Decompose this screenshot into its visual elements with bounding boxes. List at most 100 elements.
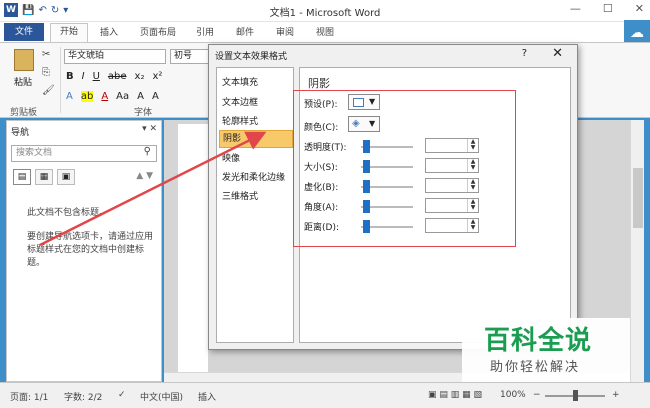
angle-slider[interactable] bbox=[361, 200, 413, 213]
category-glow-soft-edges[interactable]: 发光和柔化边缘 bbox=[222, 170, 285, 183]
group-divider bbox=[60, 47, 61, 113]
preset-dropdown[interactable]: ▼ bbox=[348, 94, 380, 110]
vertical-scrollbar[interactable] bbox=[630, 120, 644, 382]
tab-review[interactable]: 审阅 bbox=[276, 25, 294, 38]
transparency-spinner[interactable]: ▲ ▼ bbox=[425, 138, 479, 153]
headings-view-tab[interactable]: ▤ bbox=[13, 169, 31, 185]
zoom-slider[interactable] bbox=[545, 390, 605, 401]
italic-button[interactable]: I bbox=[82, 71, 85, 82]
tab-references[interactable]: 引用 bbox=[196, 25, 214, 38]
tab-insert[interactable]: 插入 bbox=[100, 25, 118, 38]
text-effects-button[interactable]: A bbox=[66, 91, 73, 102]
word-count[interactable]: 字数: 2/2 bbox=[64, 390, 102, 403]
chevron-down-icon: ▼ bbox=[369, 97, 376, 106]
search-icon[interactable]: ⚲ bbox=[144, 146, 151, 157]
superscript-button[interactable]: x² bbox=[152, 71, 162, 82]
preset-label: 预设(P): bbox=[304, 100, 338, 110]
page-count[interactable]: 页面: 1/1 bbox=[10, 390, 48, 403]
category-list: 文本填充 文本边框 轮廓样式 阴影 映像 发光和柔化边缘 三维格式 bbox=[216, 67, 294, 343]
spinner-arrows-icon[interactable]: ▲ ▼ bbox=[467, 179, 478, 192]
font-name-select[interactable]: 华文琥珀 bbox=[64, 49, 166, 64]
nav-search-input[interactable]: 搜索文档 bbox=[11, 145, 157, 162]
tab-mailings[interactable]: 邮件 bbox=[236, 25, 254, 38]
category-text-fill[interactable]: 文本填充 bbox=[222, 75, 258, 88]
spinner-arrows-icon[interactable]: ▲ ▼ bbox=[467, 199, 478, 212]
results-view-tab[interactable]: ▣ bbox=[57, 169, 75, 185]
size-label: 大小(S): bbox=[304, 163, 338, 173]
spinner-arrows-icon[interactable]: ▲ ▼ bbox=[467, 159, 478, 172]
blur-spinner[interactable]: ▲ ▼ bbox=[425, 178, 479, 193]
cut-icon[interactable]: ✂ bbox=[42, 49, 50, 60]
nav-view-tabs: ▤ ▦ ▣ bbox=[13, 169, 75, 185]
transparency-label: 透明度(T): bbox=[304, 143, 347, 153]
subscript-button[interactable]: x₂ bbox=[135, 71, 145, 82]
spinner-arrows-icon[interactable]: ▲ ▼ bbox=[467, 219, 478, 232]
nav-pane-controls[interactable]: ▾ ✕ bbox=[142, 124, 157, 134]
tab-page-layout[interactable]: 页面布局 bbox=[140, 25, 176, 38]
language-status[interactable]: 中文(中国) bbox=[140, 390, 183, 403]
preset-swatch bbox=[353, 98, 364, 107]
bold-button[interactable]: B bbox=[66, 71, 74, 82]
watermark: 百科全说 助你轻松解决 bbox=[462, 318, 630, 382]
color-label: 颜色(C): bbox=[304, 123, 339, 133]
distance-label: 距离(D): bbox=[304, 223, 339, 233]
status-bar: 页面: 1/1 字数: 2/2 ✓ 中文(中国) 插入 ▣ ▤ ▥ ▦ ▧ 10… bbox=[0, 382, 650, 408]
change-case-button[interactable]: Aa bbox=[116, 91, 129, 102]
paste-button-label[interactable]: 粘贴 bbox=[14, 75, 32, 88]
size-slider[interactable] bbox=[361, 160, 413, 173]
underline-button[interactable]: U bbox=[93, 71, 100, 82]
category-text-outline[interactable]: 文本边框 bbox=[222, 95, 258, 108]
panel-title: 阴影 bbox=[308, 77, 330, 90]
tab-file[interactable]: 文件 bbox=[4, 23, 44, 41]
copy-icon[interactable]: ⎘ bbox=[42, 67, 50, 78]
pages-view-tab[interactable]: ▦ bbox=[35, 169, 53, 185]
zoom-level[interactable]: 100% bbox=[500, 390, 526, 400]
slider-knob[interactable] bbox=[363, 200, 370, 213]
document-page[interactable] bbox=[178, 124, 208, 380]
zoom-out-button[interactable]: − bbox=[533, 390, 541, 400]
category-reflection[interactable]: 映像 bbox=[222, 151, 240, 164]
close-button[interactable]: ✕ bbox=[635, 2, 644, 15]
category-outline-style[interactable]: 轮廓样式 bbox=[222, 114, 258, 127]
strikethrough-button[interactable]: abe bbox=[108, 71, 127, 82]
grow-font-button[interactable]: A bbox=[137, 91, 144, 102]
insert-mode-status[interactable]: 插入 bbox=[198, 390, 216, 403]
format-row-2: A ab A Aa A A bbox=[66, 91, 159, 102]
scroll-thumb[interactable] bbox=[633, 168, 643, 228]
nav-prev-next-arrows[interactable]: ▲ ▼ bbox=[136, 171, 153, 181]
shrink-font-button[interactable]: A bbox=[152, 91, 159, 102]
category-shadow[interactable]: 阴影 bbox=[219, 130, 293, 148]
slider-knob[interactable] bbox=[363, 160, 370, 173]
category-3d-format[interactable]: 三维格式 bbox=[222, 189, 258, 202]
minimize-button[interactable]: — bbox=[570, 2, 581, 15]
zoom-slider-knob[interactable] bbox=[573, 390, 578, 401]
tab-view[interactable]: 视图 bbox=[316, 25, 334, 38]
proofing-icon[interactable]: ✓ bbox=[118, 390, 126, 400]
slider-knob[interactable] bbox=[363, 220, 370, 233]
highlight-button[interactable]: ab bbox=[80, 91, 94, 102]
spinner-arrows-icon[interactable]: ▲ ▼ bbox=[467, 139, 478, 152]
format-row: B I U abe x₂ x² bbox=[66, 71, 162, 82]
blur-slider[interactable] bbox=[361, 180, 413, 193]
dialog-close-button[interactable]: ✕ bbox=[552, 46, 563, 61]
size-spinner[interactable]: ▲ ▼ bbox=[425, 158, 479, 173]
font-color-button[interactable]: A bbox=[101, 91, 108, 102]
window-title: 文档1 - Microsoft Word bbox=[269, 8, 381, 19]
transparency-slider[interactable] bbox=[361, 140, 413, 153]
help-button[interactable]: ? bbox=[522, 48, 527, 59]
nav-empty-message: 此文档不包含标题。 bbox=[27, 208, 109, 218]
distance-spinner[interactable]: ▲ ▼ bbox=[425, 218, 479, 233]
slider-knob[interactable] bbox=[363, 180, 370, 193]
color-dropdown[interactable]: ◈ ▼ bbox=[348, 116, 380, 132]
view-buttons[interactable]: ▣ ▤ ▥ ▦ ▧ bbox=[428, 390, 482, 400]
distance-slider[interactable] bbox=[361, 220, 413, 233]
maximize-button[interactable]: ☐ bbox=[603, 2, 613, 15]
angle-spinner[interactable]: ▲ ▼ bbox=[425, 198, 479, 213]
font-size-select[interactable]: 初号 bbox=[170, 49, 210, 64]
tab-home[interactable]: 开始 bbox=[50, 23, 88, 42]
zoom-in-button[interactable]: + bbox=[612, 390, 620, 400]
paste-icon[interactable] bbox=[14, 49, 34, 71]
format-painter-icon[interactable]: 🖌 bbox=[42, 85, 55, 96]
slider-knob[interactable] bbox=[363, 140, 370, 153]
nav-title: 导航 bbox=[11, 128, 30, 138]
